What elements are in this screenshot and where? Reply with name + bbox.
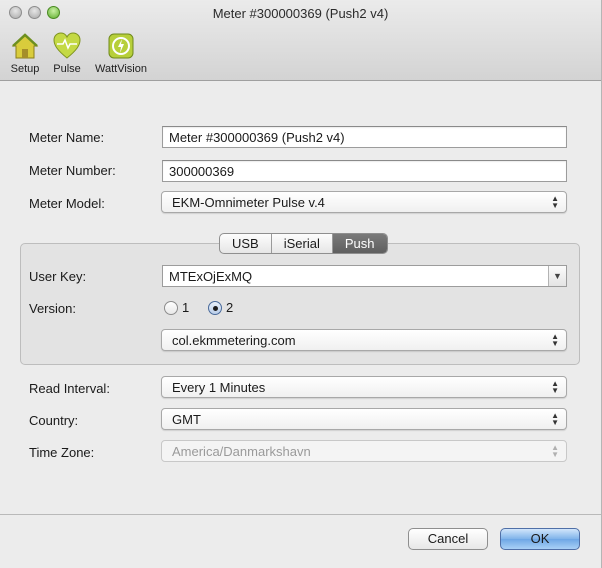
user-key-label: User Key:: [29, 269, 87, 284]
meter-model-value: EKM-Omnimeter Pulse v.4: [172, 195, 325, 210]
tab-usb[interactable]: USB: [220, 234, 272, 253]
user-key-combobox[interactable]: MTExOjExMQ ▼: [162, 265, 567, 287]
country-value: GMT: [172, 412, 201, 427]
read-interval-value: Every 1 Minutes: [172, 380, 266, 395]
updown-arrows-icon: ▲ ▼: [551, 443, 559, 459]
server-value: col.ekmmetering.com: [172, 333, 296, 348]
updown-arrows-icon: ▲ ▼: [551, 379, 559, 395]
wattvision-icon: [108, 33, 134, 59]
user-key-value: MTExOjExMQ: [169, 269, 253, 284]
time-zone-popup: America/Danmarkshavn ▲ ▼: [161, 440, 567, 462]
toolbar-item-pulse[interactable]: Pulse: [50, 31, 84, 75]
dropdown-arrow-icon[interactable]: ▼: [548, 266, 566, 286]
title-toolbar: Meter #300000369 (Push2 v4) Setup Pulse: [0, 0, 601, 81]
updown-arrows-icon: ▲ ▼: [551, 332, 559, 348]
meter-name-field[interactable]: Meter #300000369 (Push2 v4): [162, 126, 567, 148]
time-zone-value: America/Danmarkshavn: [172, 444, 311, 459]
country-popup[interactable]: GMT ▲ ▼: [161, 408, 567, 430]
toolbar-label-wattvision: WattVision: [95, 63, 147, 75]
heart-icon: [53, 32, 81, 59]
meter-model-label: Meter Model:: [29, 196, 105, 211]
time-zone-label: Time Zone:: [29, 445, 95, 460]
toolbar-label-setup: Setup: [10, 63, 40, 75]
updown-arrows-icon: ▲ ▼: [551, 194, 559, 210]
updown-arrows-icon: ▲ ▼: [551, 411, 559, 427]
preferences-window: Meter #300000369 (Push2 v4) Setup Pulse: [0, 0, 602, 568]
meter-number-field[interactable]: 300000369: [162, 160, 567, 182]
version-label: Version:: [29, 301, 76, 316]
ok-button[interactable]: OK: [500, 528, 580, 550]
meter-name-label: Meter Name:: [29, 130, 105, 145]
meter-model-popup[interactable]: EKM-Omnimeter Pulse v.4 ▲ ▼: [161, 191, 567, 213]
version-radio-1[interactable]: 1: [164, 300, 189, 315]
tab-push[interactable]: Push: [332, 234, 387, 253]
version-option-1-label: 1: [182, 300, 190, 315]
window-title: Meter #300000369 (Push2 v4): [212, 6, 389, 21]
read-interval-label: Read Interval:: [29, 381, 110, 396]
version-radio-2[interactable]: 2: [208, 300, 233, 315]
toolbar-item-wattvision[interactable]: WattVision: [91, 31, 151, 75]
connection-tabs: USB iSerial Push: [219, 233, 388, 254]
radio-button-icon: [164, 300, 178, 315]
version-option-2-label: 2: [226, 300, 234, 315]
tab-iserial[interactable]: iSerial: [272, 234, 333, 253]
meter-number-label: Meter Number:: [29, 163, 116, 178]
server-popup[interactable]: col.ekmmetering.com ▲ ▼: [161, 329, 567, 351]
toolbar-label-pulse: Pulse: [53, 63, 81, 75]
toolbar-item-setup[interactable]: Setup: [8, 31, 42, 75]
country-label: Country:: [29, 413, 79, 428]
cancel-button[interactable]: Cancel: [408, 528, 488, 550]
house-icon: [11, 33, 39, 59]
read-interval-popup[interactable]: Every 1 Minutes ▲ ▼: [161, 376, 567, 398]
radio-button-selected-icon: [208, 300, 222, 315]
